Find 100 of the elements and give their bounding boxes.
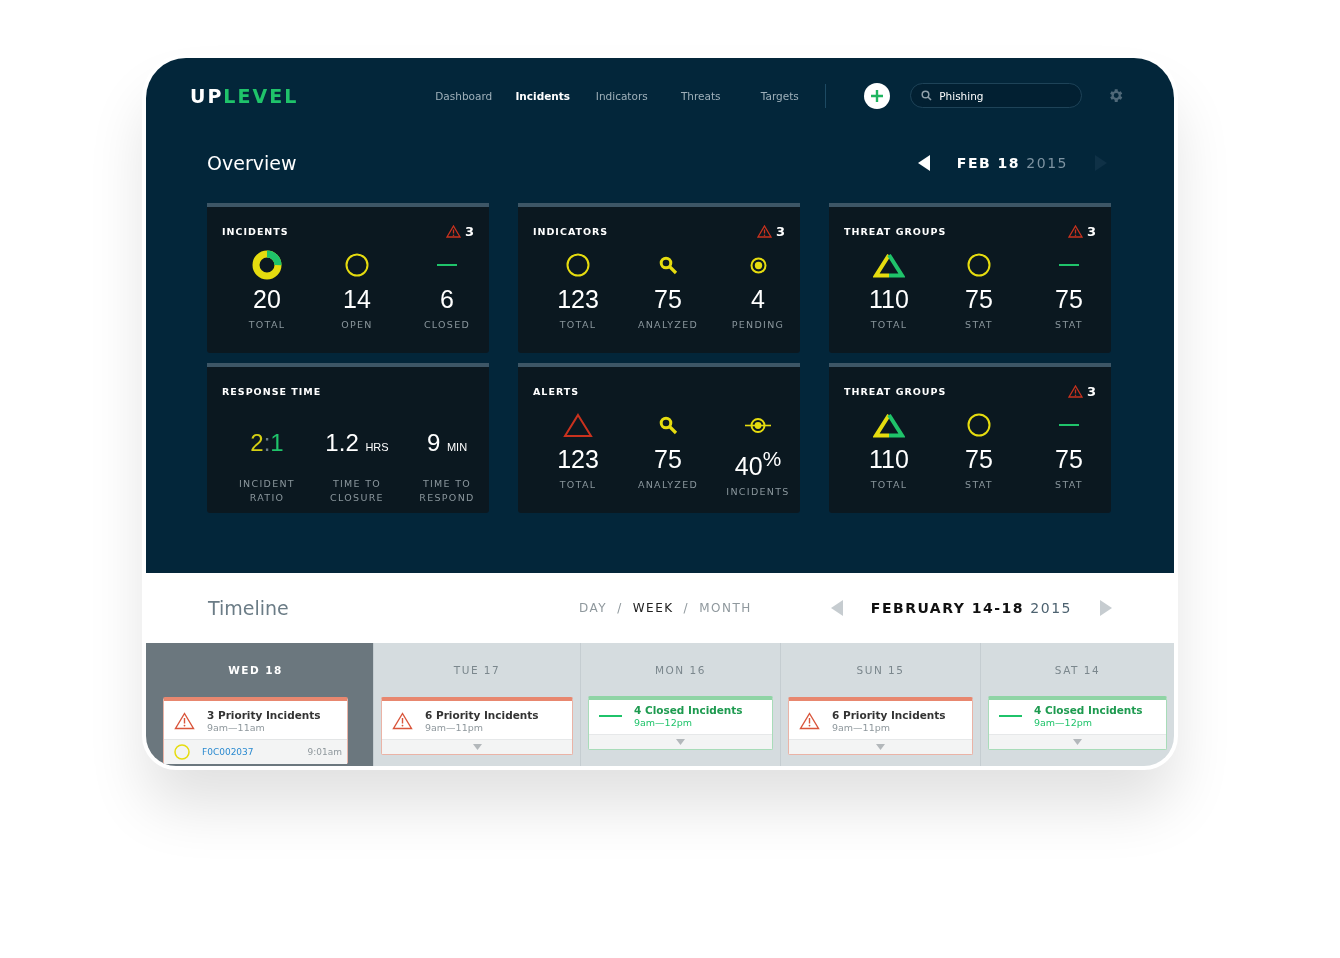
nav-link[interactable]: Threats — [661, 89, 741, 102]
event-title: 6 Priority Incidents — [832, 709, 946, 721]
stat-value: 1.2 HRS — [325, 428, 389, 458]
stat-value: 6 — [440, 284, 454, 315]
warning-icon — [756, 224, 772, 238]
stat-label: STAT — [1054, 479, 1084, 490]
event-card[interactable]: 3 Priority Incidents 9am—11am F0C002037 9:01am — [163, 697, 348, 764]
stat-label: TOTAL — [558, 479, 598, 490]
incident-id-link[interactable]: F0C002037 — [202, 747, 254, 757]
event-time: 9am—11pm — [425, 722, 484, 733]
stat-label: TIME TO RESPOND — [418, 477, 476, 505]
stat-label: TOTAL — [869, 479, 909, 490]
next-icon[interactable] — [1100, 600, 1112, 616]
dash-icon — [999, 715, 1022, 717]
day-label: SAT 14 — [1053, 663, 1102, 678]
alert-count: 3 — [1086, 383, 1096, 399]
day-column[interactable]: WED 18 3 Priority Incidents 9am—11am F0C002037 9:01am — [146, 643, 373, 766]
day-column[interactable]: SAT 14 4 Closed Incidents 9am—12pm — [980, 643, 1174, 766]
stat-label: TOTAL — [558, 319, 598, 330]
stat-label: PENDING — [730, 319, 786, 330]
caret-icon[interactable] — [676, 739, 685, 745]
logo: UP LEVEL — [190, 84, 299, 107]
stat-label: OPEN — [340, 319, 374, 330]
nav-link[interactable]: Targets — [740, 89, 820, 102]
stat-value: 75 — [965, 444, 993, 475]
overview-date: FEB 18 2015 — [956, 155, 1068, 171]
event-card[interactable]: 4 Closed Incidents 9am—12pm — [988, 696, 1167, 750]
day-column[interactable]: MON 16 4 Closed Incidents 9am—12pm — [580, 643, 780, 766]
plus-icon — [870, 88, 885, 103]
day-column[interactable]: TUE 17 6 Priority Incidents 9am—11pm — [373, 643, 580, 766]
event-card[interactable]: 6 Priority Incidents 9am—11pm — [381, 697, 573, 755]
crosshair-icon — [745, 416, 771, 434]
nav-link[interactable]: Dashboard — [424, 89, 504, 102]
alert-count: 3 — [1086, 223, 1096, 239]
magnifier-icon — [658, 415, 678, 435]
stat-value: 20 — [253, 284, 281, 315]
stat-label: INCIDENT RATIO — [238, 477, 296, 505]
warning-icon — [1067, 384, 1083, 398]
warning-icon — [799, 712, 820, 730]
nav-link[interactable]: Indicators — [582, 89, 662, 102]
stat-value: 75 — [654, 444, 682, 475]
stat-label: TOTAL — [247, 319, 287, 330]
circle-icon — [566, 253, 590, 277]
dash-icon — [437, 264, 457, 266]
stat-label: STAT — [964, 479, 994, 490]
card-title: THREAT GROUPS — [844, 385, 947, 397]
stat-value: 123 — [557, 284, 599, 315]
triangle-icon — [563, 412, 593, 438]
card-title: RESPONSE TIME — [222, 385, 322, 397]
add-button[interactable] — [864, 82, 891, 109]
incident-time: 9:01am — [307, 747, 342, 757]
stat-value: 14 — [343, 284, 371, 315]
incident-row[interactable]: F0C002037 9:01am — [164, 739, 347, 764]
card-title: THREAT GROUPS — [844, 225, 947, 237]
stat-value: 123 — [557, 444, 599, 475]
stat-value: 4 — [751, 284, 765, 315]
separator-slash: / — [683, 601, 690, 615]
stat-value: 40$^{%}$ — [734, 446, 782, 483]
day-label: WED 18 — [227, 663, 284, 678]
event-time: 9am—12pm — [1034, 717, 1093, 728]
stat-label: STAT — [964, 319, 994, 330]
stat-label: TOTAL — [869, 319, 909, 330]
caret-icon[interactable] — [472, 744, 482, 750]
event-title: 4 Closed Incidents — [1034, 704, 1143, 716]
stat-value: 75 — [654, 284, 682, 315]
stat-value: 110 — [869, 444, 909, 475]
nav-link[interactable]: Incidents — [503, 89, 583, 102]
card-title: INDICATORS — [533, 225, 609, 237]
stat-label: TIME TO CLOSURE — [329, 477, 385, 505]
settings-icon[interactable] — [1107, 87, 1125, 104]
overview-title: Overview — [207, 152, 297, 174]
event-time: 9am—11am — [207, 722, 266, 733]
circle-icon — [345, 253, 369, 277]
search-icon — [921, 90, 933, 101]
circle-icon — [174, 744, 190, 760]
event-card[interactable]: 4 Closed Incidents 9am—12pm — [588, 696, 773, 750]
stat-label: ANALYZED — [636, 319, 700, 330]
day-label: MON 16 — [654, 663, 707, 678]
date-range: FEBRUARY 14-18 2015 — [870, 600, 1072, 616]
caret-icon[interactable] — [1073, 739, 1082, 745]
day-column[interactable]: SUN 15 6 Priority Incidents 9am—11pm — [780, 643, 980, 766]
stat-value: 110 — [869, 284, 909, 315]
search-field[interactable]: Phishing — [910, 83, 1083, 108]
period-tab[interactable]: WEEK — [632, 601, 674, 615]
stat-label: ANALYZED — [636, 479, 700, 490]
day-label: TUE 17 — [452, 663, 502, 678]
event-time: 9am—12pm — [634, 717, 693, 728]
separator-slash: / — [617, 601, 623, 615]
donut-chart-icon — [252, 250, 282, 280]
triangle-icon — [873, 252, 905, 278]
stat-value: 9 MIN — [426, 428, 468, 458]
alert-count: 3 — [775, 223, 785, 239]
caret-icon[interactable] — [876, 744, 885, 750]
triangle-icon — [873, 412, 905, 438]
event-time: 9am—11pm — [832, 722, 891, 733]
dash-icon — [599, 715, 622, 717]
warning-icon — [174, 712, 195, 730]
previous-icon[interactable] — [917, 155, 931, 171]
event-card[interactable]: 6 Priority Incidents 9am—11pm — [788, 697, 973, 755]
warning-icon — [392, 712, 413, 730]
